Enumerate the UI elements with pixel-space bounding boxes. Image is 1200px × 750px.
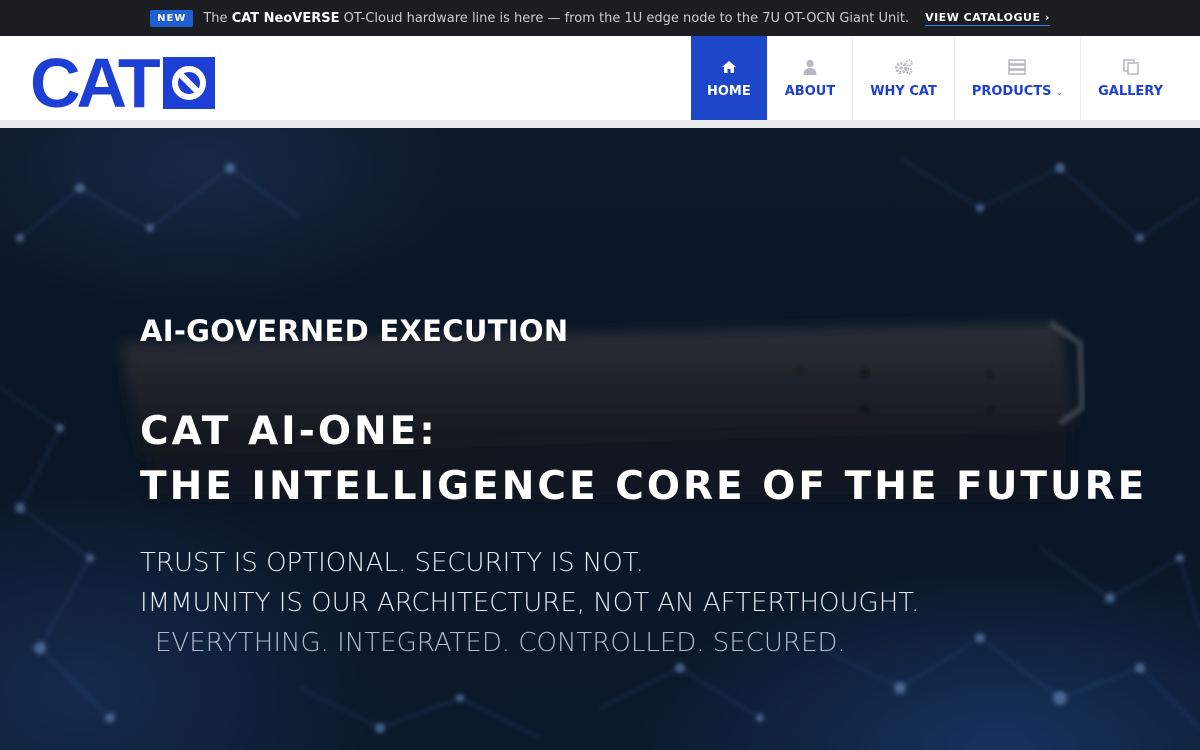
user-icon [803, 58, 817, 76]
no-entry-icon [162, 57, 215, 109]
nav-item-gallery[interactable]: GALLERY [1080, 36, 1180, 120]
announcement-prefix: The [203, 10, 228, 26]
logo-text: CAT [30, 44, 161, 122]
tagline-line-1: TRUST IS OPTIONAL. SECURITY IS NOT. [140, 548, 644, 578]
home-icon [721, 58, 737, 76]
nav-label-products: PRODUCTS [971, 83, 1052, 99]
site-header: CAT HOME ABOUT WHY CAT PRODUCTS ⌄ GALLER… [0, 36, 1200, 120]
header-divider [0, 120, 1200, 128]
nav-item-about[interactable]: ABOUT [766, 36, 852, 120]
nav-label-why-cat: WHY CAT [870, 83, 937, 99]
announcement-product: CAT NeoVERSE [231, 10, 340, 26]
hero-section: AI-GOVERNED EXECUTION CAT AI-ONE: THE IN… [0, 128, 1200, 750]
nav-item-home[interactable]: HOME [691, 36, 767, 120]
hero-eyebrow: AI-GOVERNED EXECUTION [140, 314, 569, 348]
nav-item-why-cat[interactable]: WHY CAT [852, 36, 954, 120]
nav-item-products[interactable]: PRODUCTS ⌄ [953, 36, 1080, 120]
copy-icon [1122, 58, 1139, 76]
gears-icon [894, 58, 914, 76]
nav-label-home: HOME [707, 83, 751, 99]
nav-label-gallery: GALLERY [1098, 83, 1163, 99]
headline-line-2: THE INTELLIGENCE CORE OF THE FUTURE [140, 464, 1148, 509]
headline-line-1: CAT AI-ONE: [140, 409, 438, 454]
cat-logo[interactable]: CAT [30, 44, 215, 122]
tagline-line-3: EVERYTHING. INTEGRATED. CONTROLLED. SECU… [155, 628, 846, 658]
hero-headline: CAT AI-ONE: THE INTELLIGENCE CORE OF THE… [140, 404, 1147, 514]
announcement-message: The CAT NeoVERSE OT-Cloud hardware line … [203, 11, 909, 26]
server-icon [1008, 58, 1027, 76]
nav-label-products-wrap: PRODUCTS ⌄ [972, 84, 1063, 99]
chevron-down-icon: ⌄ [1055, 87, 1064, 98]
tagline-line-2: IMMUNITY IS OUR ARCHITECTURE, NOT AN AFT… [140, 588, 920, 618]
announcement-text: OT-Cloud hardware line is here — from th… [343, 10, 910, 26]
nav-label-about: ABOUT [784, 83, 836, 99]
main-nav: HOME ABOUT WHY CAT PRODUCTS ⌄ GALLERY [691, 36, 1180, 120]
new-badge: NEW [150, 9, 194, 27]
view-catalogue-link[interactable]: VIEW CATALOGUE › [925, 11, 1050, 26]
announcement-bar: NEW The CAT NeoVERSE OT-Cloud hardware l… [0, 0, 1200, 36]
hero-tagline: TRUST IS OPTIONAL. SECURITY IS NOT. IMMU… [140, 543, 919, 663]
